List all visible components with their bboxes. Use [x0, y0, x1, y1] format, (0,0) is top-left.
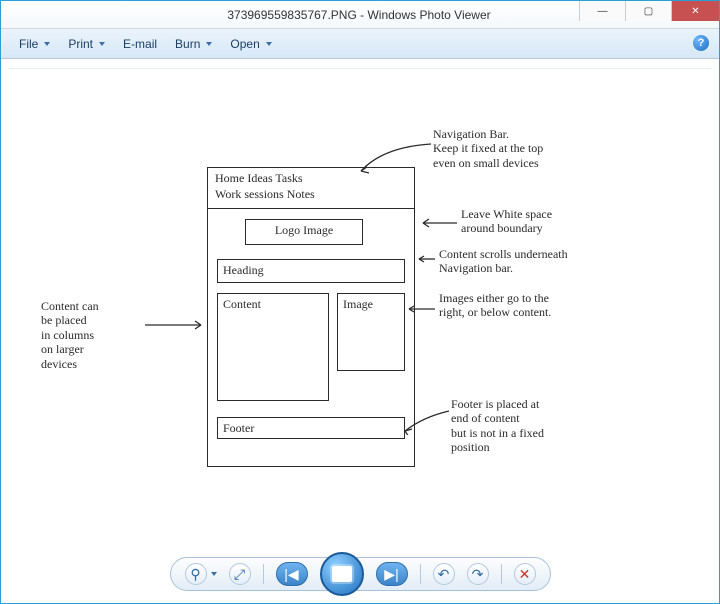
- menu-open-label: Open: [230, 37, 259, 51]
- arrow-icon: [415, 253, 437, 267]
- chevron-down-icon: [99, 42, 105, 46]
- menu-burn[interactable]: Burn: [167, 33, 220, 55]
- zoom-group[interactable]: ⚲: [185, 563, 217, 585]
- zoom-icon: ⚲: [185, 563, 207, 585]
- menu-file-label: File: [19, 37, 38, 51]
- prev-icon: |◀: [284, 566, 298, 583]
- rotate-ccw-button[interactable]: ↶: [433, 563, 455, 585]
- separator: [420, 564, 421, 584]
- viewer-toolbar: ⚲ ⤢ |◀ ▶| ↶ ↷ ✕: [1, 545, 719, 603]
- rotate-cw-button[interactable]: ↷: [467, 563, 489, 585]
- wireframe-content: Content: [217, 293, 329, 401]
- chevron-down-icon: [206, 42, 212, 46]
- wireframe-nav-row1: Home Ideas Tasks: [215, 171, 303, 186]
- previous-button[interactable]: |◀: [276, 562, 308, 586]
- menu-open[interactable]: Open: [222, 33, 279, 55]
- next-icon: ▶|: [384, 566, 398, 583]
- slideshow-button[interactable]: [320, 552, 364, 596]
- wireframe-heading: Heading: [217, 259, 405, 283]
- window-buttons: — ▢ ✕: [579, 1, 719, 28]
- annotation-scroll: Content scrolls underneath Navigation ba…: [439, 247, 659, 276]
- annotation-images: Images either go to the right, or below …: [439, 291, 669, 320]
- help-icon: ?: [698, 37, 705, 49]
- minimize-button[interactable]: —: [579, 1, 625, 21]
- arrow-icon: [399, 407, 451, 435]
- rotate-ccw-icon: ↶: [438, 566, 450, 583]
- arrow-icon: [405, 303, 437, 317]
- arrow-icon: [353, 139, 433, 179]
- photo-viewport: Home Ideas Tasks Work sessions Notes Log…: [1, 59, 719, 545]
- separator: [501, 564, 502, 584]
- menu-burn-label: Burn: [175, 37, 200, 51]
- annotation-footer: Footer is placed at end of content but i…: [451, 397, 651, 455]
- fit-icon: ⤢: [234, 566, 245, 583]
- close-button[interactable]: ✕: [671, 1, 719, 21]
- chevron-down-icon: [44, 42, 50, 46]
- annotation-nav: Navigation Bar. Keep it fixed at the top…: [433, 127, 643, 170]
- chevron-down-icon: [211, 572, 217, 576]
- fit-window-button[interactable]: ⤢: [229, 563, 251, 585]
- maximize-button[interactable]: ▢: [625, 1, 671, 21]
- window-title: 373969559835767.PNG - Windows Photo View…: [139, 8, 579, 22]
- rotate-cw-icon: ↷: [472, 566, 484, 583]
- delete-button[interactable]: ✕: [514, 563, 536, 585]
- annotation-whitespace: Leave White space around boundary: [461, 207, 641, 236]
- wireframe-logo: Logo Image: [245, 219, 363, 245]
- arrow-icon: [417, 215, 459, 233]
- menu-bar: File Print E-mail Burn Open ?: [1, 29, 719, 59]
- separator: [263, 564, 264, 584]
- chevron-down-icon: [266, 42, 272, 46]
- menu-print[interactable]: Print: [60, 33, 113, 55]
- next-button[interactable]: ▶|: [376, 562, 408, 586]
- window-titlebar: 373969559835767.PNG - Windows Photo View…: [1, 1, 719, 29]
- menu-email-label: E-mail: [123, 37, 157, 51]
- help-button[interactable]: ?: [693, 35, 709, 51]
- menu-print-label: Print: [68, 37, 93, 51]
- wireframe-nav-row2: Work sessions Notes: [215, 187, 315, 202]
- delete-icon: ✕: [519, 566, 531, 583]
- toolbar-pill: ⚲ ⤢ |◀ ▶| ↶ ↷ ✕: [170, 557, 551, 591]
- arrow-icon: [143, 317, 207, 335]
- menu-email[interactable]: E-mail: [115, 33, 165, 55]
- wireframe-footer: Footer: [217, 417, 405, 439]
- slideshow-icon: [332, 566, 352, 582]
- menu-file[interactable]: File: [11, 33, 58, 55]
- wireframe-image: Image: [337, 293, 405, 371]
